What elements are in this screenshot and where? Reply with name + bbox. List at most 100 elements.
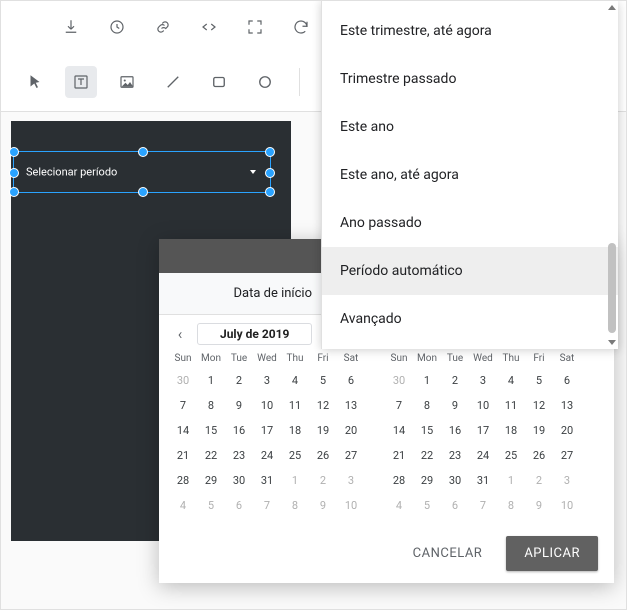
calendar-day[interactable]: 4 — [385, 493, 413, 518]
calendar-day[interactable]: 16 — [441, 418, 469, 443]
calendar-day[interactable]: 26 — [309, 443, 337, 468]
calendar-day[interactable]: 2 — [309, 468, 337, 493]
calendar-day[interactable]: 23 — [441, 443, 469, 468]
preset-option[interactable]: Ano passado — [322, 199, 618, 247]
fullscreen-icon[interactable] — [245, 17, 265, 37]
calendar-day[interactable]: 1 — [497, 468, 525, 493]
calendar-day[interactable]: 11 — [281, 393, 309, 418]
text-tool-icon[interactable] — [65, 66, 97, 98]
calendar-day[interactable]: 27 — [337, 443, 365, 468]
calendar-day[interactable]: 4 — [497, 368, 525, 393]
apply-button[interactable]: APLICAR — [506, 536, 598, 571]
calendar-day[interactable]: 9 — [525, 493, 553, 518]
calendar-day[interactable]: 31 — [469, 468, 497, 493]
calendar-day[interactable]: 20 — [337, 418, 365, 443]
calendar-day[interactable]: 3 — [253, 368, 281, 393]
calendar-day[interactable]: 10 — [337, 493, 365, 518]
calendar-day[interactable]: 13 — [337, 393, 365, 418]
calendar-day[interactable]: 5 — [413, 493, 441, 518]
calendar-day[interactable]: 18 — [497, 418, 525, 443]
calendar-day[interactable]: 8 — [281, 493, 309, 518]
resize-handle[interactable] — [265, 147, 275, 157]
preset-option[interactable]: Este ano — [322, 103, 618, 151]
calendar-day[interactable]: 7 — [469, 493, 497, 518]
calendar-day[interactable]: 20 — [553, 418, 581, 443]
calendar-day[interactable]: 30 — [225, 468, 253, 493]
calendar-day[interactable]: 10 — [553, 493, 581, 518]
calendar-day[interactable]: 29 — [197, 468, 225, 493]
calendar-day[interactable]: 2 — [525, 468, 553, 493]
calendar-day[interactable]: 25 — [497, 443, 525, 468]
calendar-day[interactable]: 29 — [413, 468, 441, 493]
calendar-day[interactable]: 9 — [309, 493, 337, 518]
calendar-day[interactable]: 28 — [385, 468, 413, 493]
calendar-day[interactable]: 11 — [497, 393, 525, 418]
calendar-day[interactable]: 14 — [385, 418, 413, 443]
calendar-day[interactable]: 22 — [197, 443, 225, 468]
calendar-day[interactable]: 6 — [337, 368, 365, 393]
calendar-day[interactable]: 6 — [441, 493, 469, 518]
scroll-thumb[interactable] — [608, 243, 616, 333]
resize-handle[interactable] — [9, 168, 19, 178]
calendar-day[interactable]: 2 — [225, 368, 253, 393]
cursor-icon[interactable] — [19, 66, 51, 98]
refresh-icon[interactable] — [291, 17, 311, 37]
calendar-day[interactable]: 16 — [225, 418, 253, 443]
calendar-day[interactable]: 8 — [497, 493, 525, 518]
calendar-day[interactable]: 12 — [525, 393, 553, 418]
resize-handle[interactable] — [138, 147, 148, 157]
scroll-up-icon[interactable] — [608, 5, 616, 10]
calendar-day[interactable]: 22 — [413, 443, 441, 468]
preset-option[interactable]: Este ano, até agora — [322, 151, 618, 199]
calendar-day[interactable]: 9 — [441, 393, 469, 418]
calendar-day[interactable]: 1 — [413, 368, 441, 393]
calendar-day[interactable]: 17 — [253, 418, 281, 443]
scroll-down-icon[interactable] — [608, 340, 616, 345]
calendar-day[interactable]: 30 — [385, 368, 413, 393]
calendar-day[interactable]: 24 — [253, 443, 281, 468]
calendar-day[interactable]: 12 — [309, 393, 337, 418]
calendar-day[interactable]: 4 — [169, 493, 197, 518]
calendar-day[interactable]: 7 — [169, 393, 197, 418]
calendar-day[interactable]: 6 — [225, 493, 253, 518]
preset-option[interactable]: Período automático — [322, 247, 618, 295]
calendar-day[interactable]: 10 — [469, 393, 497, 418]
calendar-day[interactable]: 1 — [197, 368, 225, 393]
calendar-day[interactable]: 18 — [281, 418, 309, 443]
calendar-day[interactable]: 23 — [225, 443, 253, 468]
calendar-day[interactable]: 19 — [309, 418, 337, 443]
calendar-day[interactable]: 19 — [525, 418, 553, 443]
image-tool-icon[interactable] — [111, 66, 143, 98]
calendar-day[interactable]: 17 — [469, 418, 497, 443]
calendar-day[interactable]: 5 — [197, 493, 225, 518]
calendar-day[interactable]: 5 — [525, 368, 553, 393]
month-select[interactable]: July de 2019 — [197, 323, 312, 345]
date-range-widget[interactable]: Selecionar período — [13, 151, 271, 193]
calendar-day[interactable]: 3 — [553, 468, 581, 493]
circle-tool-icon[interactable] — [249, 66, 281, 98]
line-tool-icon[interactable] — [157, 66, 189, 98]
calendar-day[interactable]: 21 — [169, 443, 197, 468]
calendar-day[interactable]: 24 — [469, 443, 497, 468]
calendar-day[interactable]: 5 — [309, 368, 337, 393]
calendar-day[interactable]: 30 — [441, 468, 469, 493]
prev-month-button[interactable]: ‹ — [169, 323, 191, 345]
calendar-day[interactable]: 3 — [469, 368, 497, 393]
calendar-day[interactable]: 7 — [385, 393, 413, 418]
resize-handle[interactable] — [9, 187, 19, 197]
calendar-day[interactable]: 31 — [253, 468, 281, 493]
calendar-day[interactable]: 2 — [441, 368, 469, 393]
history-icon[interactable] — [107, 17, 127, 37]
resize-handle[interactable] — [265, 187, 275, 197]
calendar-day[interactable]: 1 — [281, 468, 309, 493]
calendar-day[interactable]: 15 — [413, 418, 441, 443]
calendar-day[interactable]: 10 — [253, 393, 281, 418]
dropdown-scrollbar[interactable] — [606, 5, 618, 345]
resize-handle[interactable] — [265, 168, 275, 178]
calendar-day[interactable]: 15 — [197, 418, 225, 443]
resize-handle[interactable] — [9, 147, 19, 157]
preset-option[interactable]: Este trimestre, até agora — [322, 7, 618, 55]
calendar-day[interactable]: 21 — [385, 443, 413, 468]
calendar-day[interactable]: 14 — [169, 418, 197, 443]
download-icon[interactable] — [61, 17, 81, 37]
